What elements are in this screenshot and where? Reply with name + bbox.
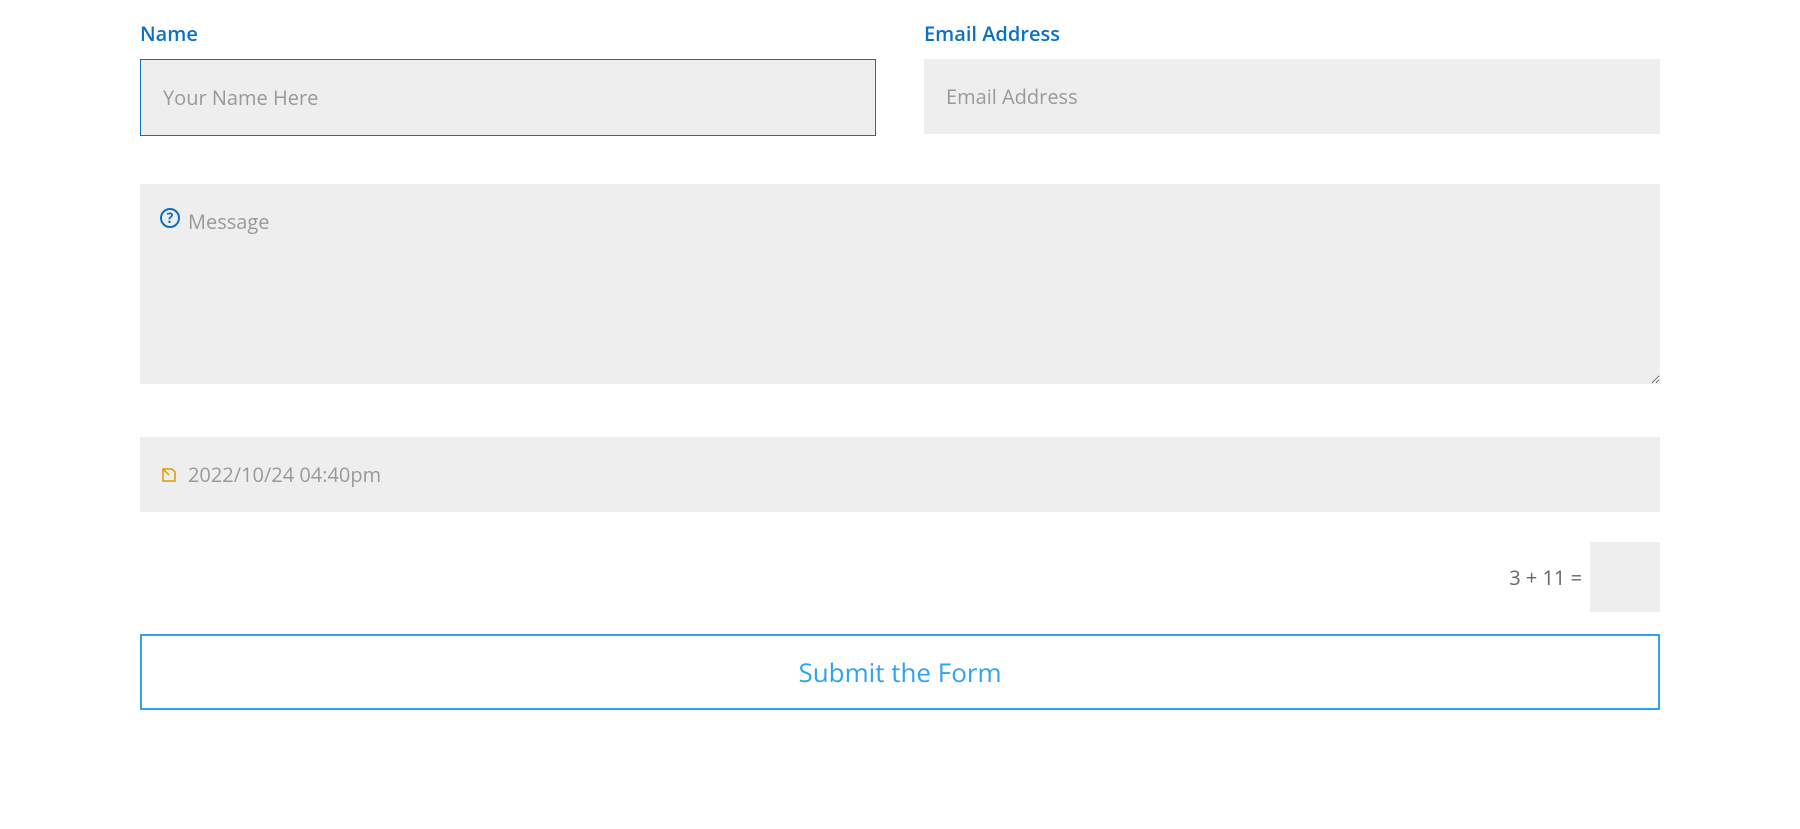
- name-label: Name: [140, 20, 876, 47]
- captcha-input[interactable]: [1590, 542, 1660, 612]
- email-field-group: Email Address: [924, 20, 1660, 136]
- captcha-question: 3 + 11 =: [1509, 564, 1582, 591]
- help-icon[interactable]: ?: [160, 208, 180, 228]
- name-field-group: Name: [140, 20, 876, 136]
- name-input[interactable]: [140, 59, 876, 136]
- captcha-group: 3 + 11 =: [140, 542, 1660, 612]
- email-input[interactable]: [924, 59, 1660, 134]
- email-label: Email Address: [924, 20, 1660, 47]
- message-field-group: ?: [140, 184, 1660, 389]
- datetime-input[interactable]: [140, 437, 1660, 512]
- calendar-icon[interactable]: [160, 466, 178, 484]
- form-row-top: Name Email Address: [140, 20, 1660, 136]
- datetime-field-group: [140, 437, 1660, 512]
- submit-button[interactable]: Submit the Form: [140, 634, 1660, 710]
- contact-form: Name Email Address ? 3 + 11 = Submit the…: [140, 20, 1660, 710]
- message-textarea[interactable]: [140, 184, 1660, 384]
